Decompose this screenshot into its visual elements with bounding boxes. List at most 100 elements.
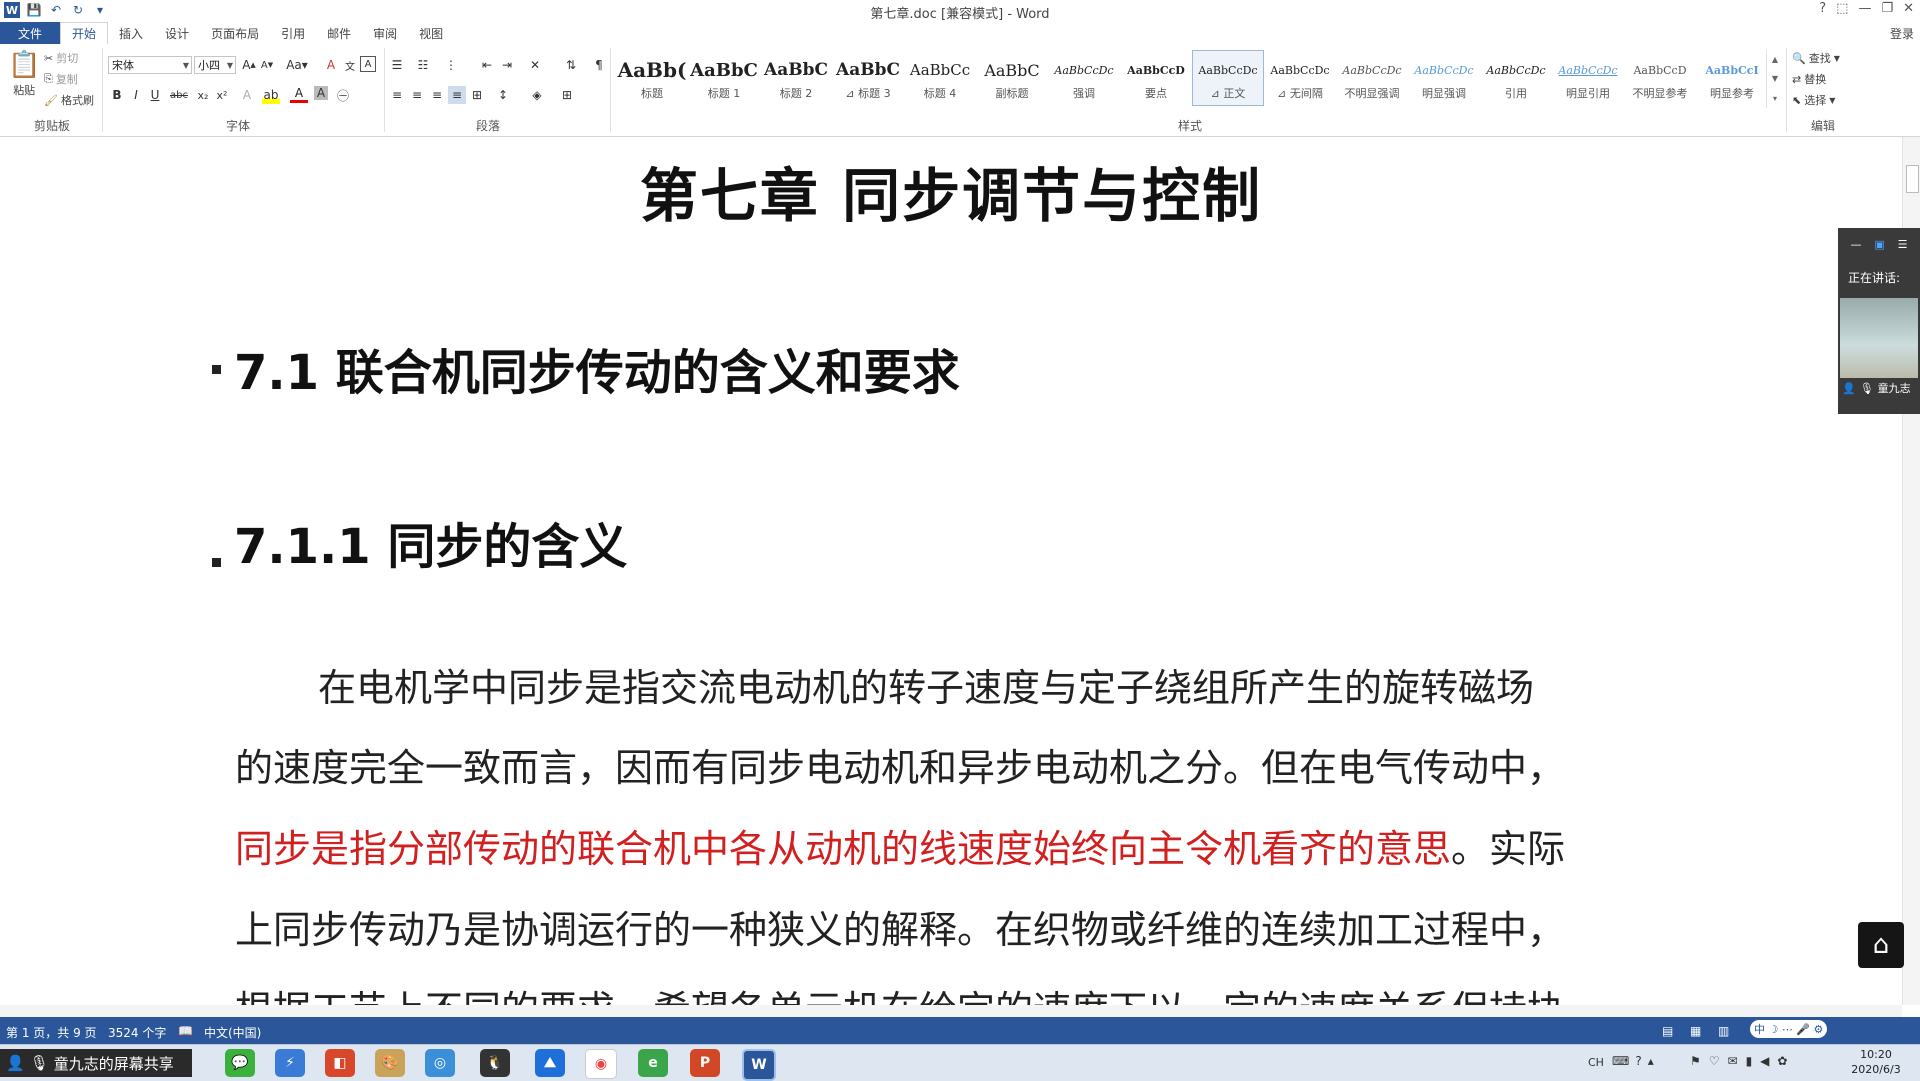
line-spacing-icon[interactable]: ↕ — [494, 86, 512, 104]
home-icon[interactable]: ⌂ — [1858, 922, 1904, 968]
strikethrough-icon[interactable]: abc — [170, 86, 188, 104]
restore-button[interactable]: ❐ — [1881, 1, 1893, 16]
enclose-characters-icon[interactable]: ㊀ — [334, 86, 352, 104]
align-left-icon[interactable]: ≡ — [388, 86, 406, 104]
select-button[interactable]: ⬉ 选择 ▼ — [1792, 92, 1835, 108]
style-intense-reference[interactable]: AaBbCcI 明显参考 — [1696, 50, 1768, 106]
distributed-icon[interactable]: ⊞ — [468, 86, 486, 104]
tab-home[interactable]: 开始 — [60, 22, 109, 44]
clear-formatting-icon[interactable]: A — [322, 56, 340, 74]
find-button[interactable]: 🔍 查找 ▼ — [1792, 50, 1840, 66]
subscript-icon[interactable]: x₂ — [194, 86, 212, 104]
style-emphasis[interactable]: AaBbCcDc 强调 — [1048, 50, 1120, 106]
clock[interactable]: 10:20 2020/6/3 — [1836, 1047, 1916, 1077]
style-heading-1[interactable]: AaBbC 标题 1 — [688, 50, 760, 106]
style-subtitle[interactable]: AaBbC 副标题 — [976, 50, 1048, 106]
tab-file[interactable]: 文件 — [0, 22, 61, 44]
paint-icon[interactable]: 🎨 — [375, 1049, 405, 1077]
justify-icon[interactable]: ≡ — [448, 86, 466, 104]
style-title[interactable]: AaBb(标题 — [616, 50, 688, 106]
style-intense-quote[interactable]: AaBbCcDc 明显引用 — [1552, 50, 1624, 106]
ie-icon[interactable]: e — [638, 1049, 668, 1077]
style-subtle-reference[interactable]: AaBbCcD 不明显参考 — [1624, 50, 1696, 106]
tab-layout[interactable]: 页面布局 — [200, 22, 270, 44]
ribbon-display-icon[interactable]: ⬚ — [1836, 1, 1848, 16]
page-count[interactable]: 第 1 页，共 9 页 — [6, 1024, 97, 1041]
tab-insert[interactable]: 插入 — [108, 22, 154, 44]
decrease-indent-icon[interactable]: ⇤ — [478, 56, 496, 74]
align-center-icon[interactable]: ≡ — [408, 86, 426, 104]
powerpoint-icon[interactable]: P — [690, 1049, 720, 1077]
character-border-icon[interactable]: A — [360, 56, 376, 72]
close-button[interactable]: ✕ — [1903, 1, 1914, 16]
tab-references[interactable]: 引用 — [270, 22, 316, 44]
style-heading-2[interactable]: AaBbC 标题 2 — [760, 50, 832, 106]
copy-button[interactable]: ⎘ 复制 — [44, 71, 78, 87]
scroll-thumb[interactable] — [1906, 165, 1919, 193]
word-count[interactable]: 3524 个字 — [108, 1024, 166, 1041]
bullets-icon[interactable]: ☰ — [388, 56, 406, 74]
italic-icon[interactable]: I — [127, 86, 145, 104]
style-strong[interactable]: AaBbCcD 要点 — [1120, 50, 1192, 106]
style-normal[interactable]: AaBbCcDc ⊿ 正文 — [1192, 50, 1264, 106]
language-indicator[interactable]: CH — [1588, 1056, 1604, 1069]
align-right-icon[interactable]: ≡ — [428, 86, 446, 104]
font-size-combo[interactable]: 小四 ▼ — [194, 56, 236, 74]
style-heading-3[interactable]: AaBbC ⊿ 标题 3 — [832, 50, 904, 106]
grow-font-icon[interactable]: A ▲ — [240, 56, 258, 74]
meeting-icon[interactable]: ⛰ — [535, 1049, 565, 1077]
minimize-button[interactable]: — — [1858, 1, 1871, 16]
thunderbird-icon[interactable]: ⚡ — [275, 1049, 305, 1077]
show-marks-icon[interactable]: ¶ — [590, 56, 608, 74]
chinese-layout-icon[interactable]: ✕ — [526, 56, 544, 74]
text-effects-icon[interactable]: A — [238, 86, 256, 104]
format-painter-button[interactable]: 🖌 格式刷 — [44, 92, 94, 108]
horizontal-scrollbar[interactable] — [0, 1005, 1902, 1017]
print-layout-icon[interactable]: ▦ — [1690, 1024, 1701, 1038]
font-name-combo[interactable]: 宋体 ▼ — [108, 56, 192, 74]
superscript-icon[interactable]: x² — [213, 86, 231, 104]
underline-icon[interactable]: U — [146, 86, 164, 104]
increase-indent-icon[interactable]: ⇥ — [498, 56, 516, 74]
style-intense-emphasis[interactable]: AaBbCcDc 明显强调 — [1408, 50, 1480, 106]
word-taskbar-icon[interactable]: W — [742, 1049, 776, 1081]
bold-icon[interactable]: B — [108, 86, 126, 104]
minimize-icon[interactable]: — — [1850, 238, 1861, 251]
globe-icon[interactable]: ◎ — [425, 1049, 455, 1077]
paste-button[interactable]: 📋 粘贴 — [8, 50, 40, 98]
style-no-spacing[interactable]: AaBbCcDc ⊿ 无间隔 — [1264, 50, 1336, 106]
proofing-icon[interactable]: 📖 — [178, 1024, 193, 1038]
character-shading-icon[interactable]: A — [314, 86, 328, 100]
shrink-font-icon[interactable]: A ▼ — [258, 56, 276, 74]
chevron-up-icon[interactable]: ▲ — [1772, 55, 1778, 64]
tab-view[interactable]: 视图 — [408, 22, 454, 44]
font-color-icon[interactable]: A — [290, 86, 308, 103]
window-icon[interactable]: ▣ — [1874, 238, 1884, 251]
sort-icon[interactable]: ⇅ — [562, 56, 580, 74]
change-case-icon[interactable]: Aa▾ — [284, 56, 310, 74]
multilevel-list-icon[interactable]: ⋮ — [442, 56, 460, 74]
chevron-down-icon[interactable]: ▼ — [1772, 74, 1778, 83]
style-gallery-scroll[interactable]: ▲ ▼ ▾ — [1766, 50, 1783, 108]
qq-icon[interactable]: 🐧 — [480, 1049, 510, 1077]
notification-icons[interactable]: ⚑♡✉▮◀✿ — [1690, 1054, 1795, 1068]
tab-mailings[interactable]: 邮件 — [316, 22, 362, 44]
document-page[interactable]: 第七章 同步调节与控制 7.1 联合机同步传动的含义和要求 7.1.1 同步的含… — [0, 137, 1902, 1005]
wechat-icon[interactable]: 💬 — [225, 1049, 255, 1077]
help-icon[interactable]: ? — [1819, 1, 1826, 16]
sign-in-link[interactable]: 登录 — [1890, 25, 1914, 42]
numbering-icon[interactable]: ☷ — [414, 56, 432, 74]
ime-toolbar[interactable]: 中 ☽ ⋯ 🎤 ⚙ — [1750, 1020, 1828, 1038]
menu-icon[interactable]: ☰ — [1898, 238, 1908, 251]
system-tray-icons[interactable]: ⌨?▴ — [1612, 1054, 1660, 1068]
phonetic-guide-icon[interactable]: 文 — [341, 56, 359, 74]
more-icon[interactable]: ▾ — [1773, 94, 1777, 103]
shading-icon[interactable]: ◈ — [528, 86, 546, 104]
style-quote[interactable]: AaBbCcDc 引用 — [1480, 50, 1552, 106]
tab-review[interactable]: 审阅 — [362, 22, 408, 44]
cut-button[interactable]: ✂ 剪切 — [44, 50, 78, 66]
tab-design[interactable]: 设计 — [154, 22, 200, 44]
highlight-icon[interactable]: ab — [262, 86, 280, 104]
style-heading-4[interactable]: AaBbCc 标题 4 — [904, 50, 976, 106]
chrome-icon[interactable]: ◉ — [585, 1049, 617, 1079]
